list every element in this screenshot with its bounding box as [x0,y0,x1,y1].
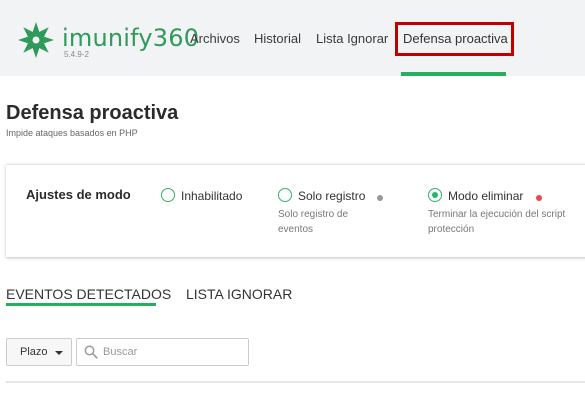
nav-archivos[interactable]: Archivos [190,31,240,46]
search-input[interactable] [103,343,243,361]
page-subtitle: Impide ataques basados en PHP [6,128,138,138]
tab-detected-events[interactable]: EVENTOS DETECTADOS [6,286,171,302]
period-dropdown[interactable]: Plazo [6,338,72,366]
search-icon [84,345,98,359]
tab-active-indicator [6,303,156,306]
table-top-divider [6,381,585,383]
option-desc-kill-line: Terminar la ejecución del script [428,209,566,220]
radio-log-only[interactable] [278,188,292,202]
logo-mark-icon [18,22,54,58]
period-dropdown-label: Plazo [20,346,48,358]
page: imunify360 5.4.9-2 Archivos Historial Li… [0,0,585,395]
version-label: 5.4.9-2 [64,50,89,59]
mode-settings-label: Ajustes de modo [26,187,131,202]
nav-highlight-box [395,22,514,56]
option-desc-kill: Terminar la ejecución del script protecc… [428,207,565,237]
nav-historial[interactable]: Historial [254,31,301,46]
search-box[interactable] [76,338,249,366]
option-desc-log-only: Solo registro de eventos [278,207,348,237]
kill-status-dot [536,195,542,201]
imunify-logo[interactable]: imunify360 5.4.9-2 [16,20,199,64]
radio-disabled[interactable] [161,188,175,202]
option-label-kill: Modo eliminar [448,189,524,203]
option-label-disabled: Inhabilitado [181,189,243,203]
option-desc-log-only-line: Solo registro de [278,209,349,220]
tab-ignore-list[interactable]: LISTA IGNORAR [186,286,292,302]
logo-wordmark: imunify360 [62,24,200,52]
radio-kill[interactable] [428,188,442,202]
option-desc-kill-line: protección [428,224,475,235]
option-desc-log-only-line: eventos [278,224,314,235]
page-title: Defensa proactiva [6,102,179,124]
top-navbar: imunify360 5.4.9-2 Archivos Historial Li… [0,0,585,76]
nav-lista-ignorar[interactable]: Lista Ignorar [316,31,388,46]
mode-settings-card: Ajustes de modo Inhabilitado Solo regist… [6,164,585,257]
caret-down-icon [55,351,63,355]
option-label-log-only: Solo registro [298,189,366,203]
nav-active-indicator [401,72,506,76]
log-only-status-dot [377,195,383,201]
